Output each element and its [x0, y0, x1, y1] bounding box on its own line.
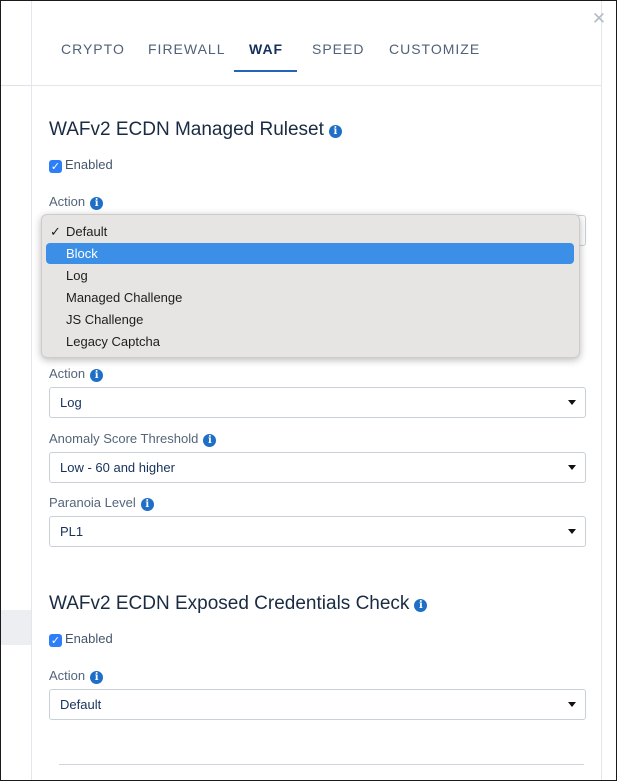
rail-divider: [1, 85, 31, 86]
waf-settings-panel: ✕ CRYPTO FIREWALL WAF SPEED CUSTOMIZE WA…: [0, 0, 617, 781]
enabled-label: Enabled: [65, 631, 113, 646]
owasp-action-select[interactable]: Log: [49, 387, 586, 418]
action-label-text: Action: [49, 366, 86, 381]
select-value: PL1: [60, 524, 84, 539]
anomaly-threshold-label: Anomaly Score Threshold i: [49, 431, 217, 447]
paranoia-level-select[interactable]: PL1: [49, 516, 586, 547]
dropdown-option-js-challenge[interactable]: JS Challenge: [46, 309, 574, 330]
action-label-text: Action: [49, 194, 86, 209]
tab-waf[interactable]: WAF: [249, 41, 283, 73]
exposed-credentials-action-select[interactable]: Default: [49, 689, 586, 720]
tab-customize[interactable]: CUSTOMIZE: [389, 41, 480, 73]
managed-ruleset-enabled[interactable]: ✓ Enabled: [49, 157, 113, 175]
caret-down-icon: [568, 702, 576, 707]
left-rail: [1, 1, 32, 780]
select-value: Log: [60, 395, 82, 410]
action-label-text: Action: [49, 668, 86, 683]
option-label: JS Challenge: [66, 312, 144, 327]
action-dropdown-menu: ✓ Default Block Log Managed Challenge JS…: [41, 214, 580, 358]
tab-speed[interactable]: SPEED: [312, 41, 364, 73]
option-label: Managed Challenge: [66, 290, 183, 305]
caret-down-icon: [568, 529, 576, 534]
option-label: Log: [66, 268, 88, 283]
checkmark-icon: ✓: [50, 224, 61, 239]
anomaly-threshold-select[interactable]: Low - 60 and higher: [49, 452, 586, 483]
info-icon[interactable]: i: [328, 125, 342, 138]
paranoia-label-text: Paranoia Level: [49, 495, 136, 510]
caret-down-icon: [568, 400, 576, 405]
info-icon[interactable]: i: [90, 369, 104, 382]
select-value: Low - 60 and higher: [60, 460, 175, 475]
dropdown-option-log[interactable]: Log: [46, 265, 574, 286]
left-rail-selected-item[interactable]: [1, 610, 31, 645]
checkbox-checked-icon[interactable]: ✓: [49, 160, 62, 173]
dropdown-option-legacy-captcha[interactable]: Legacy Captcha: [46, 331, 574, 352]
info-icon[interactable]: i: [203, 434, 217, 447]
select-value: Default: [60, 697, 102, 712]
section-divider: [59, 764, 584, 765]
exposed-credentials-title-text: WAFv2 ECDN Exposed Credentials Check: [49, 593, 410, 614]
info-icon[interactable]: i: [140, 498, 154, 511]
exposed-credentials-action-label: Action i: [49, 668, 104, 684]
option-label: Block: [66, 246, 98, 261]
info-icon[interactable]: i: [414, 599, 428, 612]
active-tab-indicator: [234, 70, 297, 72]
info-icon[interactable]: i: [90, 197, 104, 210]
managed-ruleset-title-text: WAFv2 ECDN Managed Ruleset: [49, 119, 324, 140]
tab-firewall[interactable]: FIREWALL: [148, 41, 226, 73]
dropdown-option-block[interactable]: Block: [46, 243, 574, 264]
caret-down-icon: [568, 465, 576, 470]
paranoia-level-label: Paranoia Level i: [49, 495, 154, 511]
dropdown-option-managed-challenge[interactable]: Managed Challenge: [46, 287, 574, 308]
enabled-label: Enabled: [65, 157, 113, 172]
threshold-label-text: Anomaly Score Threshold: [49, 431, 199, 446]
exposed-credentials-enabled[interactable]: ✓ Enabled: [49, 631, 113, 649]
owasp-action-label: Action i: [49, 366, 104, 382]
exposed-credentials-title: WAFv2 ECDN Exposed Credentials Check i: [49, 593, 428, 615]
dropdown-option-default[interactable]: ✓ Default: [46, 221, 574, 242]
right-rail: [601, 1, 616, 780]
managed-ruleset-action-label: Action i: [49, 194, 104, 210]
tab-crypto[interactable]: CRYPTO: [61, 41, 125, 73]
checkbox-checked-icon[interactable]: ✓: [49, 634, 62, 647]
option-label: Legacy Captcha: [66, 334, 160, 349]
tab-bar: CRYPTO FIREWALL WAF SPEED CUSTOMIZE: [32, 1, 601, 86]
info-icon[interactable]: i: [90, 671, 104, 684]
option-label: Default: [66, 224, 108, 239]
managed-ruleset-title: WAFv2 ECDN Managed Ruleset i: [49, 119, 342, 141]
